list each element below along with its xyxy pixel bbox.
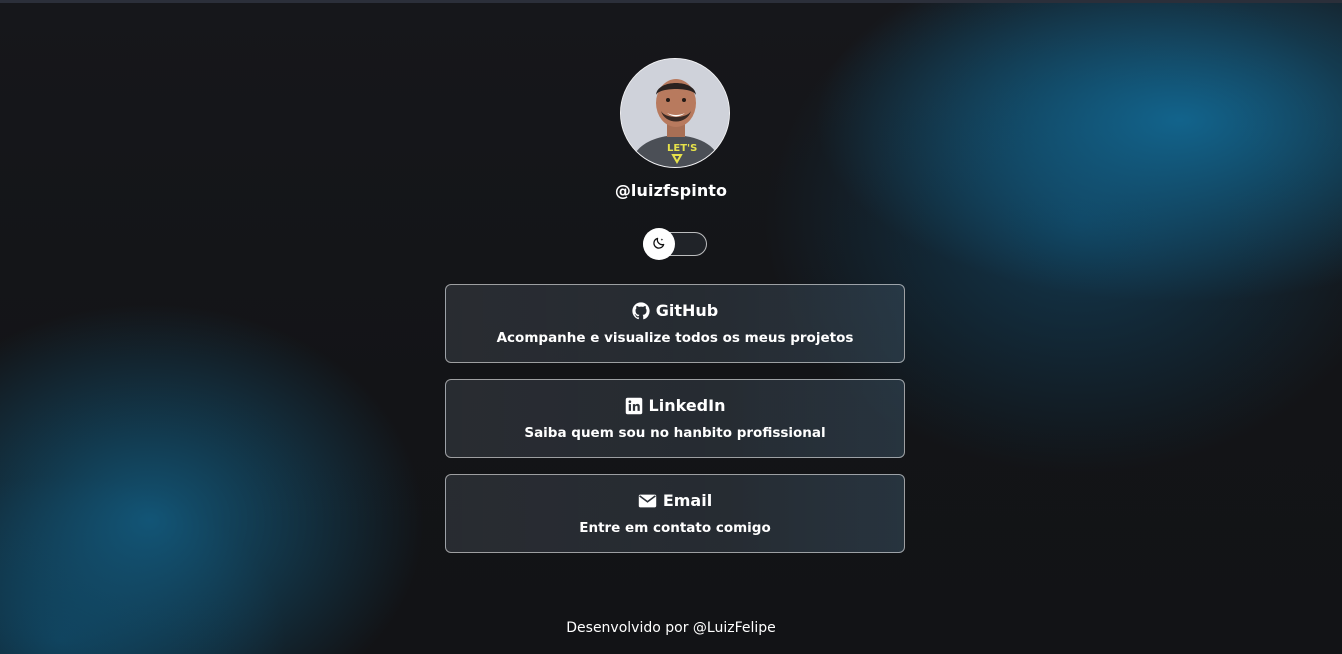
mail-icon (638, 493, 657, 509)
card-title-row: LinkedIn (446, 396, 904, 415)
footer-credit: Desenvolvido por @LuizFelipe (566, 620, 776, 636)
linkedin-subtitle: Saiba quem sou no hanbito profissional (524, 425, 826, 441)
email-subtitle: Entre em contato comigo (579, 520, 771, 536)
github-icon (632, 301, 650, 320)
moon-icon (652, 235, 666, 254)
avatar: LET'S (620, 58, 730, 168)
toggle-knob[interactable] (643, 228, 675, 260)
email-link-card[interactable]: Email Entre em contato comigo (445, 474, 905, 553)
github-link-card[interactable]: GitHub Acompanhe e visualize todos os me… (445, 284, 905, 363)
theme-toggle[interactable] (643, 228, 707, 260)
card-title-row: Email (446, 491, 904, 510)
linkedin-icon (625, 397, 643, 415)
github-subtitle: Acompanhe e visualize todos os meus proj… (496, 330, 854, 346)
linkedin-link-card[interactable]: LinkedIn Saiba quem sou no hanbito profi… (445, 379, 905, 458)
linkedin-title: LinkedIn (648, 396, 726, 415)
card-title-row: GitHub (446, 301, 904, 320)
github-title: GitHub (655, 301, 719, 320)
username: @luizfspinto (614, 181, 728, 200)
email-title: Email (662, 491, 713, 510)
svg-text:LET'S: LET'S (667, 143, 697, 154)
top-border (0, 0, 1342, 3)
